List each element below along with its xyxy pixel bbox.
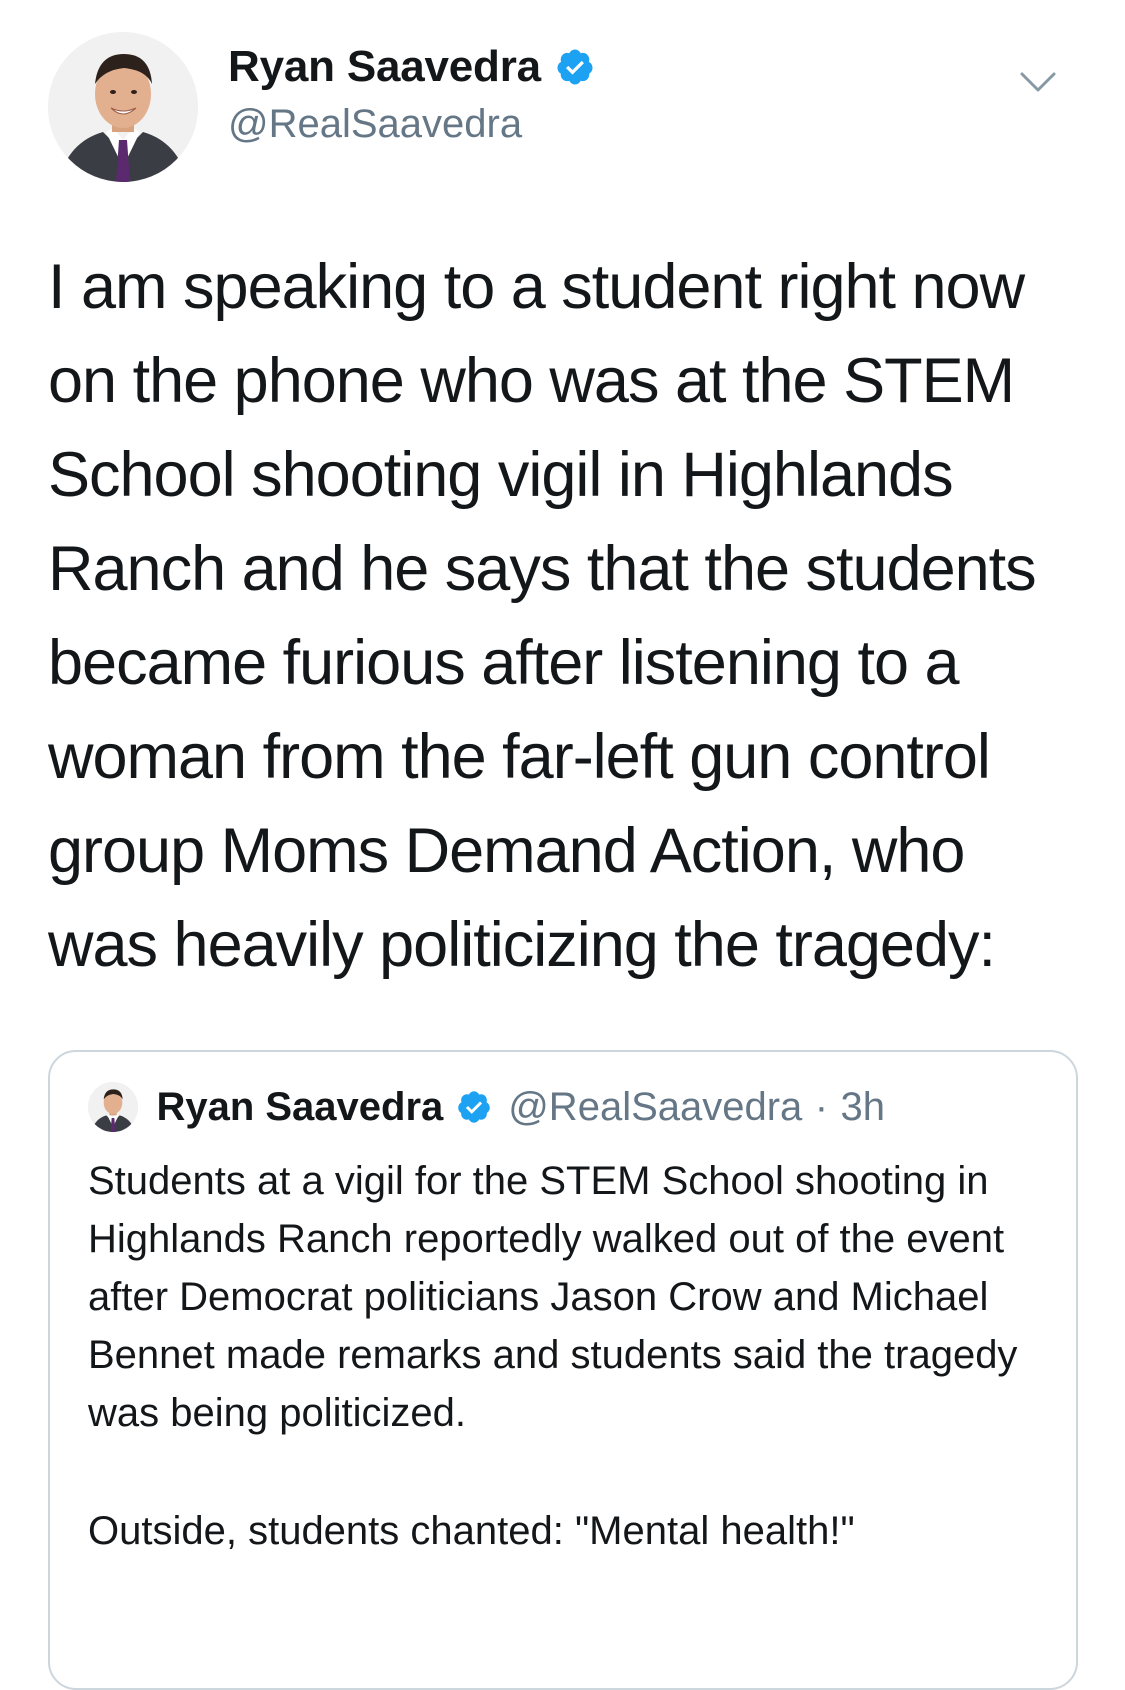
quoted-tweet-text-continued: Outside, students chanted: "Mental healt… [88,1509,855,1553]
tweet-card: Ryan Saavedra @RealSaavedra I am speakin… [0,0,1125,1690]
quoted-handle[interactable]: @RealSaavedra [508,1085,802,1130]
quoted-tweet-text: Students at a vigil for the STEM School … [88,1159,1018,1435]
verified-badge-icon [557,49,593,85]
author-block: Ryan Saavedra @RealSaavedra [228,42,595,147]
chevron-down-icon[interactable] [1016,60,1060,104]
tweet-header: Ryan Saavedra @RealSaavedra [48,32,1088,182]
tweet-text: I am speaking to a student right now on … [48,252,1037,980]
quoted-avatar-image [88,1082,138,1132]
author-handle[interactable]: @RealSaavedra [228,102,595,147]
avatar[interactable] [48,32,198,182]
quoted-timestamp[interactable]: 3h [841,1085,886,1130]
author-display-name[interactable]: Ryan Saavedra [228,42,541,92]
quoted-tweet-header: Ryan Saavedra @RealSaavedra · 3h [88,1082,885,1138]
avatar-image [48,32,198,182]
quoted-verified-badge-icon [458,1091,490,1123]
quoted-tweet[interactable]: Ryan Saavedra @RealSaavedra · 3h Student… [48,1050,1078,1690]
quoted-display-name[interactable]: Ryan Saavedra [156,1085,443,1130]
quoted-avatar [88,1082,138,1132]
quoted-separator: · [814,1084,829,1129]
